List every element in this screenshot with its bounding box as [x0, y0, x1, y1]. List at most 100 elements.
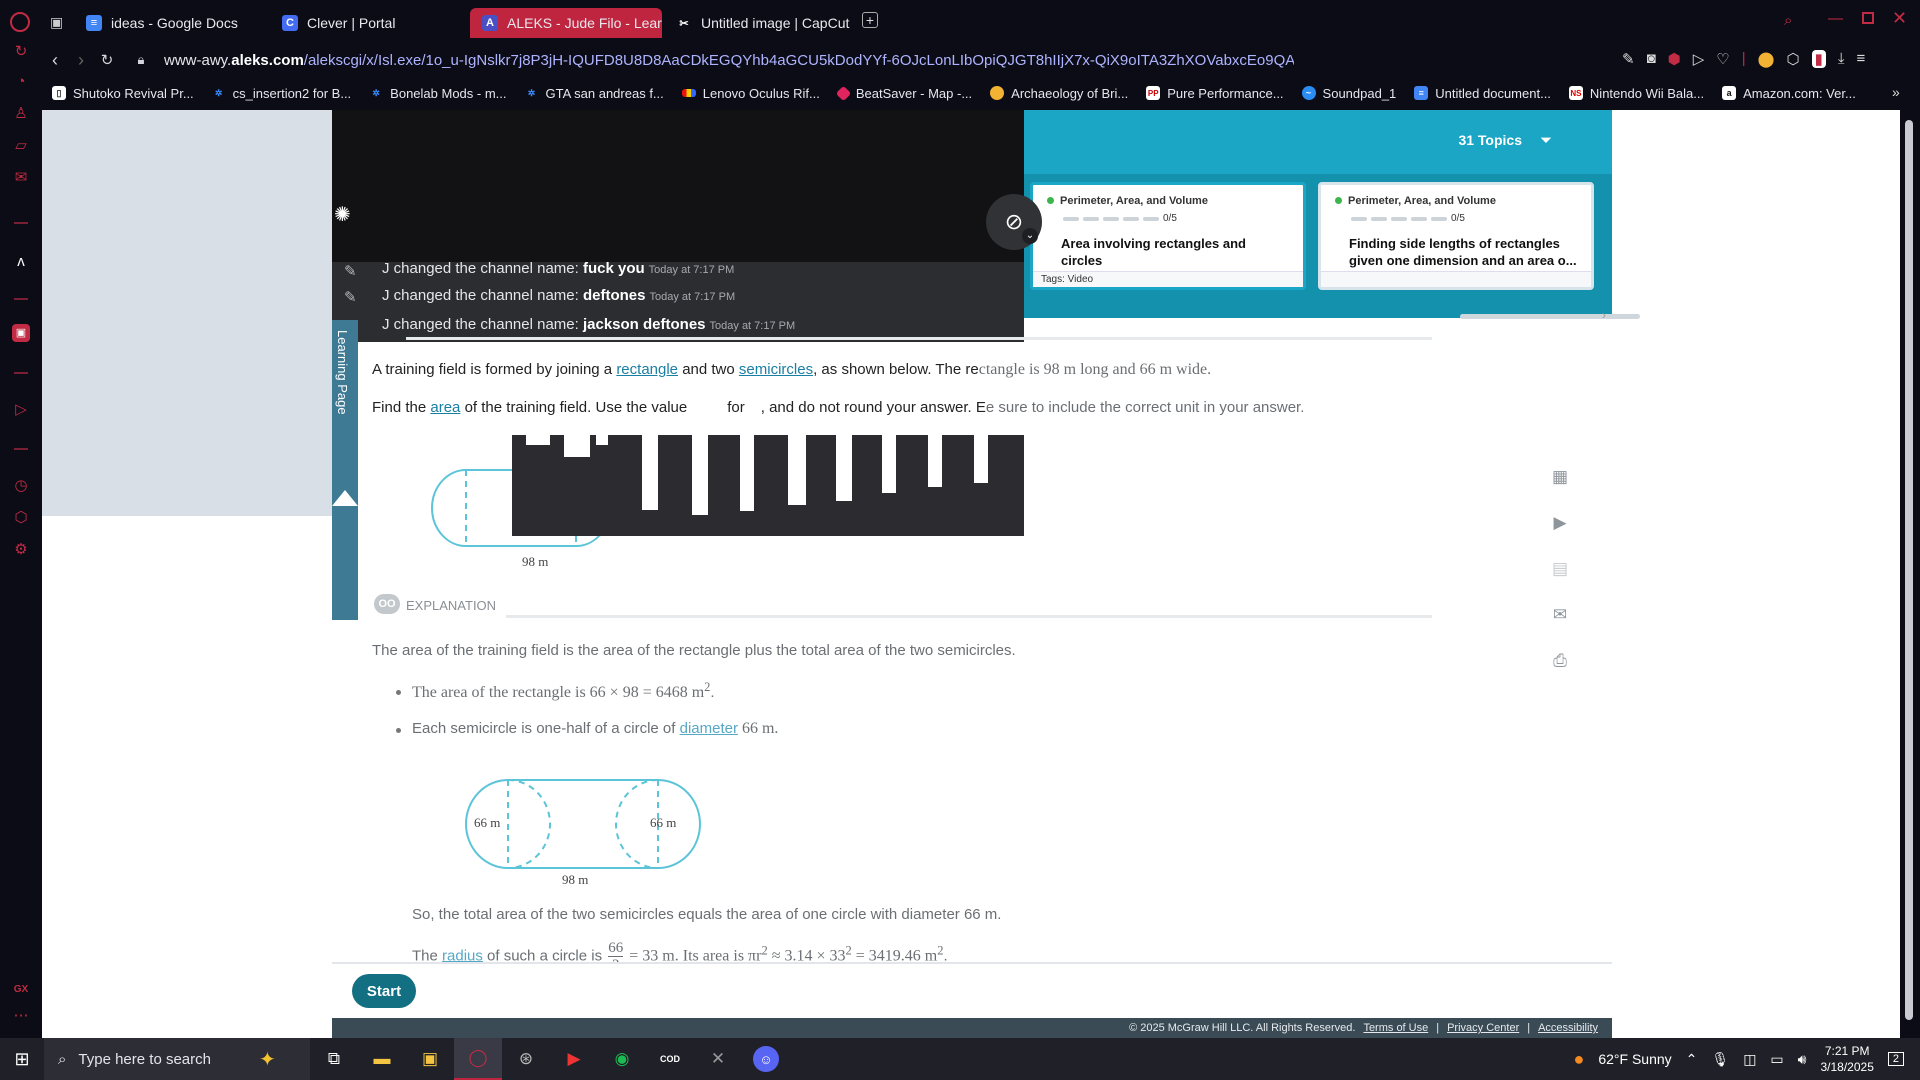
steam-icon[interactable]: ⊛	[502, 1038, 550, 1080]
reload-icon[interactable]: ↻	[11, 42, 31, 62]
search-tabs-icon[interactable]: ⌕	[1784, 12, 1792, 29]
start-button[interactable]: Start	[352, 974, 416, 1008]
bookmark-item[interactable]: Lenovo Oculus Rif...	[681, 86, 820, 101]
medal-icon[interactable]: ⬤	[1758, 50, 1775, 68]
page-footer: © 2025 McGraw Hill LLC. All Rights Reser…	[332, 1018, 1612, 1038]
diameter-link[interactable]: diameter	[680, 720, 738, 737]
opera-logo-icon[interactable]	[10, 12, 30, 32]
gear-icon: ✲	[214, 87, 223, 98]
accessibility-link[interactable]: Accessibility	[1538, 1022, 1598, 1034]
scroll-right-icon[interactable]: ›	[1602, 308, 1606, 322]
bookmark-item[interactable]: a Amazon.com: Ver...	[1722, 86, 1856, 101]
taskbar-search[interactable]: ⌕ Type here to search ✦	[44, 1038, 310, 1080]
history-icon[interactable]: ◔	[11, 72, 31, 92]
send-icon[interactable]: ▷	[1693, 50, 1705, 68]
bookmark-item[interactable]: ≡ Untitled document...	[1414, 86, 1551, 101]
weather-text[interactable]: 62°F Sunny	[1598, 1051, 1671, 1067]
topic-cards-scrollbar[interactable]	[1460, 314, 1640, 319]
explanation-label: EXPLANATION	[406, 598, 497, 613]
chevron-up-icon[interactable]: ⌃	[1686, 1051, 1698, 1068]
topic-category: Perimeter, Area, and Volume	[1348, 195, 1496, 207]
tab-clever[interactable]: C Clever | Portal	[270, 8, 460, 38]
menu-icon[interactable]: ≡	[1856, 50, 1865, 68]
print-icon[interactable]: ⎙	[1549, 650, 1571, 672]
bookmark-item[interactable]: ~ Soundpad_1	[1301, 86, 1396, 101]
terms-link[interactable]: Terms of Use	[1363, 1022, 1428, 1034]
tab-capcut[interactable]: ✂ Untitled image | CapCut	[664, 8, 854, 38]
heart-icon[interactable]: ♡	[1716, 50, 1729, 68]
opera-gx-icon[interactable]: ◯	[454, 1038, 502, 1080]
microphone-icon[interactable]: 🎙︎	[1711, 1051, 1729, 1068]
spotify-icon[interactable]: ◉	[598, 1038, 646, 1080]
start-bar: Start	[332, 962, 1612, 1018]
download-icon[interactable]: ⤓	[1838, 50, 1845, 68]
twitch-icon[interactable]: ▣	[12, 324, 30, 342]
calculator-icon[interactable]: ▦	[1549, 466, 1571, 488]
forward-button[interactable]: ›	[68, 50, 94, 71]
url-field[interactable]: www-awy.aleks.com/alekscgi/x/Isl.exe/1o_…	[164, 52, 1294, 69]
close-window-button[interactable]: ✕	[1892, 8, 1907, 29]
player-icon[interactable]: ▷	[11, 400, 31, 420]
sparkle-icon: ✦	[258, 1048, 276, 1071]
wallet-icon[interactable]: ▱	[11, 136, 31, 156]
privacy-link[interactable]: Privacy Center	[1447, 1022, 1519, 1034]
bookmark-item[interactable]: ▯ Shutoko Revival Pr...	[52, 86, 194, 101]
rectangle-link[interactable]: rectangle	[616, 361, 678, 378]
network-icon[interactable]: ▭	[1770, 1051, 1783, 1068]
call-of-duty-icon[interactable]: COD	[646, 1038, 694, 1080]
xbox-icon[interactable]: ✕	[694, 1038, 742, 1080]
notifications-icon[interactable]: 2	[1887, 1052, 1904, 1066]
bookmark-item[interactable]: Archaeology of Bri...	[990, 86, 1128, 101]
new-tab-button[interactable]: +	[862, 12, 878, 28]
edit-icon[interactable]: ✎	[1622, 50, 1635, 68]
scrollbar-thumb[interactable]	[1905, 120, 1913, 1020]
discord-icon[interactable]: ☺	[753, 1046, 779, 1072]
profile-icon[interactable]: ▮	[1811, 50, 1826, 68]
clock-icon[interactable]: ◷	[11, 476, 31, 496]
dictionary-icon[interactable]: ▤	[1549, 558, 1571, 580]
tab-manager-icon[interactable]: ▣	[50, 14, 63, 31]
mail-icon[interactable]: ✉	[1549, 604, 1571, 626]
minimize-button[interactable]: —	[1828, 10, 1843, 27]
bookmark-item[interactable]: BeatSaver - Map -...	[835, 85, 972, 101]
aleks-sidebar-icon[interactable]: ʌ	[11, 252, 31, 272]
bookmark-item[interactable]: ✲ cs_insertion2 for B...	[212, 86, 351, 101]
topic-card[interactable]: Perimeter, Area, and Volume 0/5 Area inv…	[1030, 182, 1306, 290]
bookmark-item[interactable]: ✲ Bonelab Mods - m...	[369, 86, 506, 101]
topic-card[interactable]: Perimeter, Area, and Volume 0/5 Finding …	[1318, 182, 1594, 290]
sidebar-divider	[14, 448, 28, 450]
vpn-icon[interactable]: ⬢	[1668, 50, 1681, 68]
volume-icon[interactable]: 🔊︎	[1798, 1051, 1807, 1068]
back-button[interactable]: ‹	[42, 50, 68, 71]
store-icon[interactable]: ▣	[406, 1038, 454, 1080]
youtube-icon[interactable]: ▶	[550, 1038, 598, 1080]
reload-button[interactable]: ↻	[94, 51, 120, 69]
file-explorer-icon[interactable]: ▬	[358, 1038, 406, 1080]
settings-icon[interactable]: ⚙	[11, 540, 31, 560]
maximize-button[interactable]	[1862, 12, 1874, 24]
figure-right-label: 66 m	[650, 815, 677, 830]
semicircles-link[interactable]: semicircles	[739, 361, 813, 378]
tab-google-docs[interactable]: ≡ ideas - Google Docs	[74, 8, 264, 38]
filter-icon[interactable]: ⏷	[1540, 132, 1552, 149]
task-view-icon[interactable]: ⧉	[310, 1038, 358, 1080]
more-icon[interactable]: ⋯	[11, 1006, 31, 1026]
windows-start-icon[interactable]: ⊞	[0, 1049, 44, 1070]
cube-icon[interactable]: ⬡	[11, 508, 31, 528]
camera-icon[interactable]: ◙	[1647, 50, 1656, 68]
camera-icon[interactable]: ◫	[1743, 1051, 1756, 1068]
aria-icon[interactable]: ♙	[11, 104, 31, 124]
mail-icon[interactable]: ✉	[11, 168, 31, 188]
box-icon[interactable]: ⬡	[1786, 50, 1799, 68]
bookmark-item[interactable]: ✲ GTA san andreas f...	[525, 86, 664, 101]
bookmarks-more-icon[interactable]: »	[1892, 84, 1900, 100]
question-text: A training field is formed by joining a …	[372, 361, 1212, 378]
learning-page-tab[interactable]: Learning Page	[332, 320, 358, 620]
clock[interactable]: 7:21 PM 3/18/2025	[1820, 1043, 1873, 1075]
tab-aleks[interactable]: A ALEKS - Jude Filo - Learn	[470, 8, 662, 38]
bookmark-item[interactable]: PP Pure Performance...	[1146, 86, 1284, 101]
bookmark-item[interactable]: NS Nintendo Wii Bala...	[1568, 86, 1704, 101]
area-link[interactable]: area	[430, 399, 460, 416]
chevron-down-icon[interactable]: ⌄	[1022, 228, 1038, 244]
video-icon[interactable]: ▶	[1549, 512, 1571, 534]
